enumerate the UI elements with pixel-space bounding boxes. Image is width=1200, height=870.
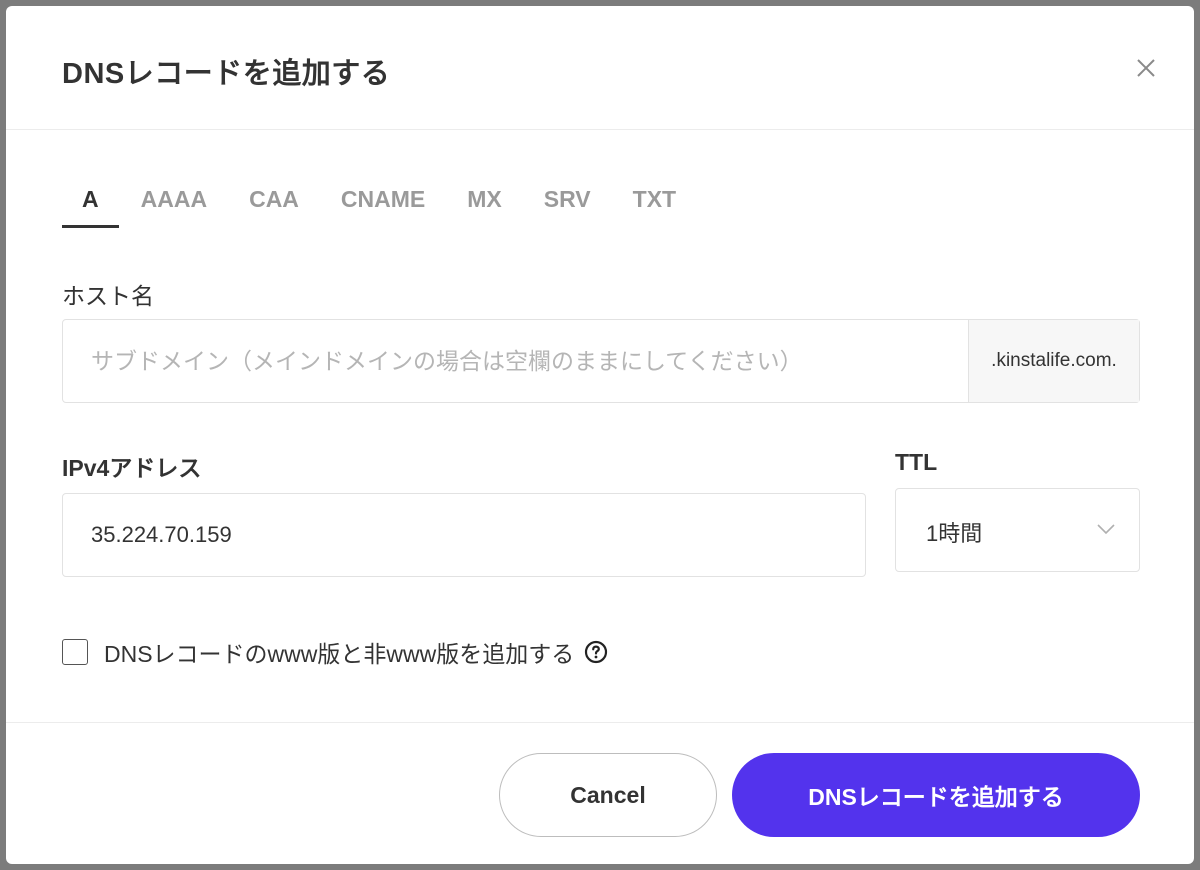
hostname-label: ホスト名 <box>62 283 154 309</box>
chevron-down-icon <box>1097 524 1115 535</box>
tab-cname[interactable]: CNAME <box>341 186 425 228</box>
www-option-row: DNSレコードのwww版と非www版を追加する <box>62 636 608 668</box>
ipv4-field <box>62 493 866 577</box>
tab-mx[interactable]: MX <box>467 186 502 228</box>
ipv4-input[interactable] <box>63 522 865 548</box>
question-circle-icon <box>585 640 608 664</box>
ttl-label: TTL <box>895 449 938 475</box>
hostname-field: .kinstalife.com. <box>62 319 1140 403</box>
cancel-button[interactable]: Cancel <box>499 753 717 837</box>
dialog-title: DNSレコードを追加する <box>62 58 391 90</box>
add-dns-record-button[interactable]: DNSレコードを追加する <box>732 753 1140 837</box>
tab-txt[interactable]: TXT <box>633 186 676 228</box>
tab-srv[interactable]: SRV <box>544 186 591 228</box>
hostname-input[interactable] <box>63 320 968 402</box>
record-type-tabs: A AAAA CAA CNAME MX SRV TXT <box>62 186 718 228</box>
www-version-checkbox[interactable] <box>62 639 88 665</box>
dialog-footer: Cancel DNSレコードを追加する <box>6 722 1194 864</box>
add-dns-record-dialog: DNSレコードを追加する A AAAA CAA CNAME MX SRV TXT… <box>6 6 1194 864</box>
www-version-label[interactable]: DNSレコードのwww版と非www版を追加する <box>104 635 574 669</box>
close-button[interactable] <box>1132 54 1160 82</box>
tab-aaaa[interactable]: AAAA <box>141 186 207 228</box>
ipv4-label: IPv4アドレス <box>62 455 202 481</box>
tab-a[interactable]: A <box>62 186 119 228</box>
tab-caa[interactable]: CAA <box>249 186 299 228</box>
ttl-select[interactable]: 1時間 <box>895 488 1140 572</box>
close-icon <box>1137 59 1155 77</box>
dialog-header: DNSレコードを追加する <box>6 6 1194 130</box>
ttl-selected-value: 1時間 <box>926 521 983 546</box>
domain-suffix: .kinstalife.com. <box>968 320 1139 402</box>
help-icon[interactable] <box>584 640 608 664</box>
